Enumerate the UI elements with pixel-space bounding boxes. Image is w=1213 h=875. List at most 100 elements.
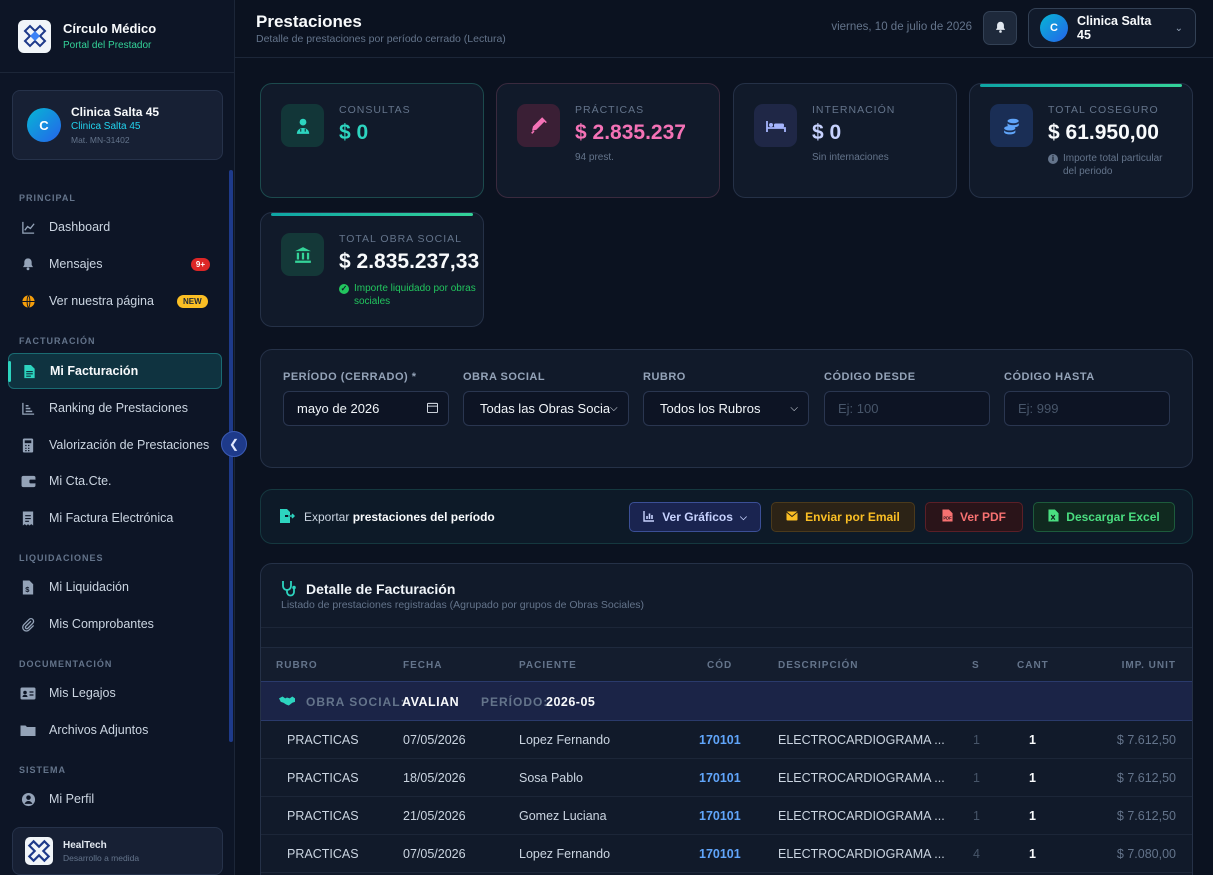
sidebar-item-label: Archivos Adjuntos — [49, 723, 149, 737]
stat-card-internacion: INTERNACIÓN $ 0 Sin internaciones — [733, 83, 957, 198]
sidebar-item-label: Mi Facturación — [50, 364, 139, 378]
column-header[interactable]: S — [972, 660, 980, 671]
cell-rubro: PRACTICAS — [287, 771, 359, 785]
cell-cant: 1 — [1029, 771, 1036, 785]
sidebar-item-mensajes[interactable]: Mensajes 9+ — [8, 246, 222, 282]
chevron-down-icon: ⌄ — [1174, 22, 1183, 34]
brand-title: Círculo Médico — [63, 21, 157, 36]
stat-label: TOTAL OBRA SOCIAL — [339, 233, 463, 245]
doctor-icon — [281, 104, 324, 147]
codigo-desde-input[interactable]: Ej: 100 — [824, 391, 990, 426]
page-title: Prestaciones — [256, 12, 362, 31]
sidebar-item-ranking[interactable]: Ranking de Prestaciones — [8, 390, 222, 426]
sidebar-item-archivos[interactable]: Archivos Adjuntos — [8, 712, 222, 748]
cell-codigo[interactable]: 170101 — [699, 771, 741, 785]
table-row[interactable]: PRACTICAS 18/05/2026 Sosa Pablo 170101 E… — [261, 759, 1192, 797]
bell-icon — [994, 20, 1007, 37]
cell-paciente: Lopez Fernando — [519, 733, 611, 747]
obra-social-select[interactable]: Todas las Obras Sociales ⌵ — [463, 391, 629, 426]
ver-graficos-button[interactable]: Ver Gráficos ⌵ — [629, 502, 761, 532]
cell-rubro: PRACTICAS — [287, 733, 359, 747]
cell-rubro: PRACTICAS — [287, 847, 359, 861]
cell-codigo[interactable]: 170101 — [699, 847, 741, 861]
cell-paciente: Lopez Fernando — [519, 847, 611, 861]
stat-label: INTERNACIÓN — [812, 104, 896, 116]
handshake-icon — [279, 695, 295, 710]
sidebar-item-valorizacion[interactable]: Valorización de Prestaciones — [8, 427, 222, 463]
sidebar-item-perfil[interactable]: Mi Perfil — [8, 781, 222, 817]
stat-label: CONSULTAS — [339, 104, 411, 116]
user-menu-button[interactable]: C Clinica Salta 45 ⌄ — [1028, 8, 1196, 48]
descargar-excel-label: Descargar Excel — [1066, 510, 1160, 524]
cell-codigo[interactable]: 170101 — [699, 733, 741, 747]
collapse-sidebar-button[interactable]: ❮ — [221, 431, 247, 457]
sidebar-item-liquidacion[interactable]: $ Mi Liquidación — [8, 569, 222, 605]
codigo-hasta-input[interactable]: Ej: 999 — [1004, 391, 1170, 426]
user-card-sub: Clinica Salta 45 — [71, 121, 141, 132]
column-header[interactable]: CÓD — [707, 660, 732, 671]
ranking-icon — [20, 400, 36, 416]
descargar-excel-button[interactable]: Descargar Excel — [1033, 502, 1175, 532]
periodo-date-input[interactable]: mayo de 2026 — [283, 391, 449, 426]
cell-codigo[interactable]: 170101 — [699, 809, 741, 823]
footer-logo — [25, 837, 53, 865]
cell-paciente: Sosa Pablo — [519, 771, 583, 785]
sidebar-item-pagina[interactable]: Ver nuestra página NEW — [8, 283, 222, 319]
table-title: Detalle de Facturación — [306, 581, 456, 597]
avatar: C — [27, 108, 61, 142]
sidebar-item-label: Mi Liquidación — [49, 580, 129, 594]
chevron-down-icon: ⌵ — [610, 403, 618, 414]
enviar-email-button[interactable]: Enviar por Email — [771, 502, 915, 532]
sidebar-item-label: Mis Comprobantes — [49, 617, 154, 631]
sidebar-item-mi-facturacion[interactable]: Mi Facturación — [8, 353, 222, 389]
user-card-name: Clinica Salta 45 — [71, 105, 160, 119]
column-header[interactable]: CANT — [1017, 660, 1049, 671]
rubro-select[interactable]: Todos los Rubros ⌵ — [643, 391, 809, 426]
info-icon: i — [1048, 154, 1058, 164]
syringe-icon — [517, 104, 560, 147]
column-header[interactable]: RUBRO — [276, 660, 318, 671]
stat-note-text: Importe liquidado por obras sociales — [354, 283, 476, 307]
cell-imp-unit: $ 7.080,00 — [1116, 847, 1176, 861]
notifications-button[interactable] — [983, 11, 1017, 45]
codigo-desde-label: CÓDIGO DESDE — [824, 371, 916, 383]
stat-value: $ 61.950,00 — [1048, 121, 1159, 144]
cell-s: 1 — [973, 771, 980, 785]
ver-pdf-label: Ver PDF — [959, 510, 1007, 524]
nav-section-principal: PRINCIPAL — [19, 193, 76, 203]
column-header[interactable]: DESCRIPCIÓN — [778, 660, 858, 671]
user-circle-icon — [20, 791, 36, 807]
stat-card-obra-social: TOTAL OBRA SOCIAL $ 2.835.237,33 ✓ Impor… — [260, 212, 484, 327]
invoice-icon — [21, 363, 37, 379]
svg-text:PDF: PDF — [943, 516, 952, 521]
periodo-label: PERÍODO (CERRADO) * — [283, 371, 417, 383]
sidebar-item-cta-cte[interactable]: Mi Cta.Cte. — [8, 463, 222, 499]
table-row[interactable]: PRACTICAS 07/05/2026 Lopez Fernando 1701… — [261, 721, 1192, 759]
table-row[interactable]: PRACTICAS 21/05/2026 Gomez Luciana 17010… — [261, 797, 1192, 835]
footer-card: HealTech Desarrollo a medida — [12, 827, 223, 875]
calculator-icon — [20, 437, 36, 453]
brand-subtitle: Portal del Prestador — [63, 40, 152, 51]
table-row[interactable]: PRACTICAS 07/05/2026 Lopez Fernando 1701… — [261, 835, 1192, 873]
user-card[interactable]: C Clinica Salta 45 Clinica Salta 45 Mat.… — [12, 90, 223, 160]
sidebar-item-factura-electronica[interactable]: Mi Factura Electrónica — [8, 500, 222, 536]
sidebar-item-label: Mi Perfil — [49, 792, 95, 806]
column-header[interactable]: PACIENTE — [519, 660, 577, 671]
column-header[interactable]: FECHA — [403, 660, 442, 671]
nav-section-documentacion: DOCUMENTACIÓN — [19, 659, 113, 669]
sidebar-item-comprobantes[interactable]: Mis Comprobantes — [8, 606, 222, 642]
filters-panel: PERÍODO (CERRADO) * mayo de 2026 OBRA SO… — [260, 349, 1193, 468]
rubro-value: Todos los Rubros — [660, 401, 761, 416]
column-header[interactable]: IMP. UNIT — [1122, 660, 1176, 671]
ver-pdf-button[interactable]: PDF Ver PDF — [925, 502, 1023, 532]
sidebar-item-label: Ver nuestra página — [49, 294, 154, 308]
id-card-icon — [20, 685, 36, 701]
cell-paciente: Gomez Luciana — [519, 809, 607, 823]
sidebar-item-legajos[interactable]: Mis Legajos — [8, 675, 222, 711]
group-os-value: AVALIAN — [402, 695, 460, 709]
table-header: RUBRO FECHA PACIENTE CÓD DESCRIPCIÓN S C… — [261, 647, 1192, 683]
export-bar: Exportar prestaciones del período Ver Gr… — [260, 489, 1193, 544]
page-subtitle: Detalle de prestaciones por período cerr… — [256, 33, 506, 45]
stat-note: Sin internaciones — [812, 152, 889, 163]
sidebar-item-dashboard[interactable]: Dashboard — [8, 209, 222, 245]
